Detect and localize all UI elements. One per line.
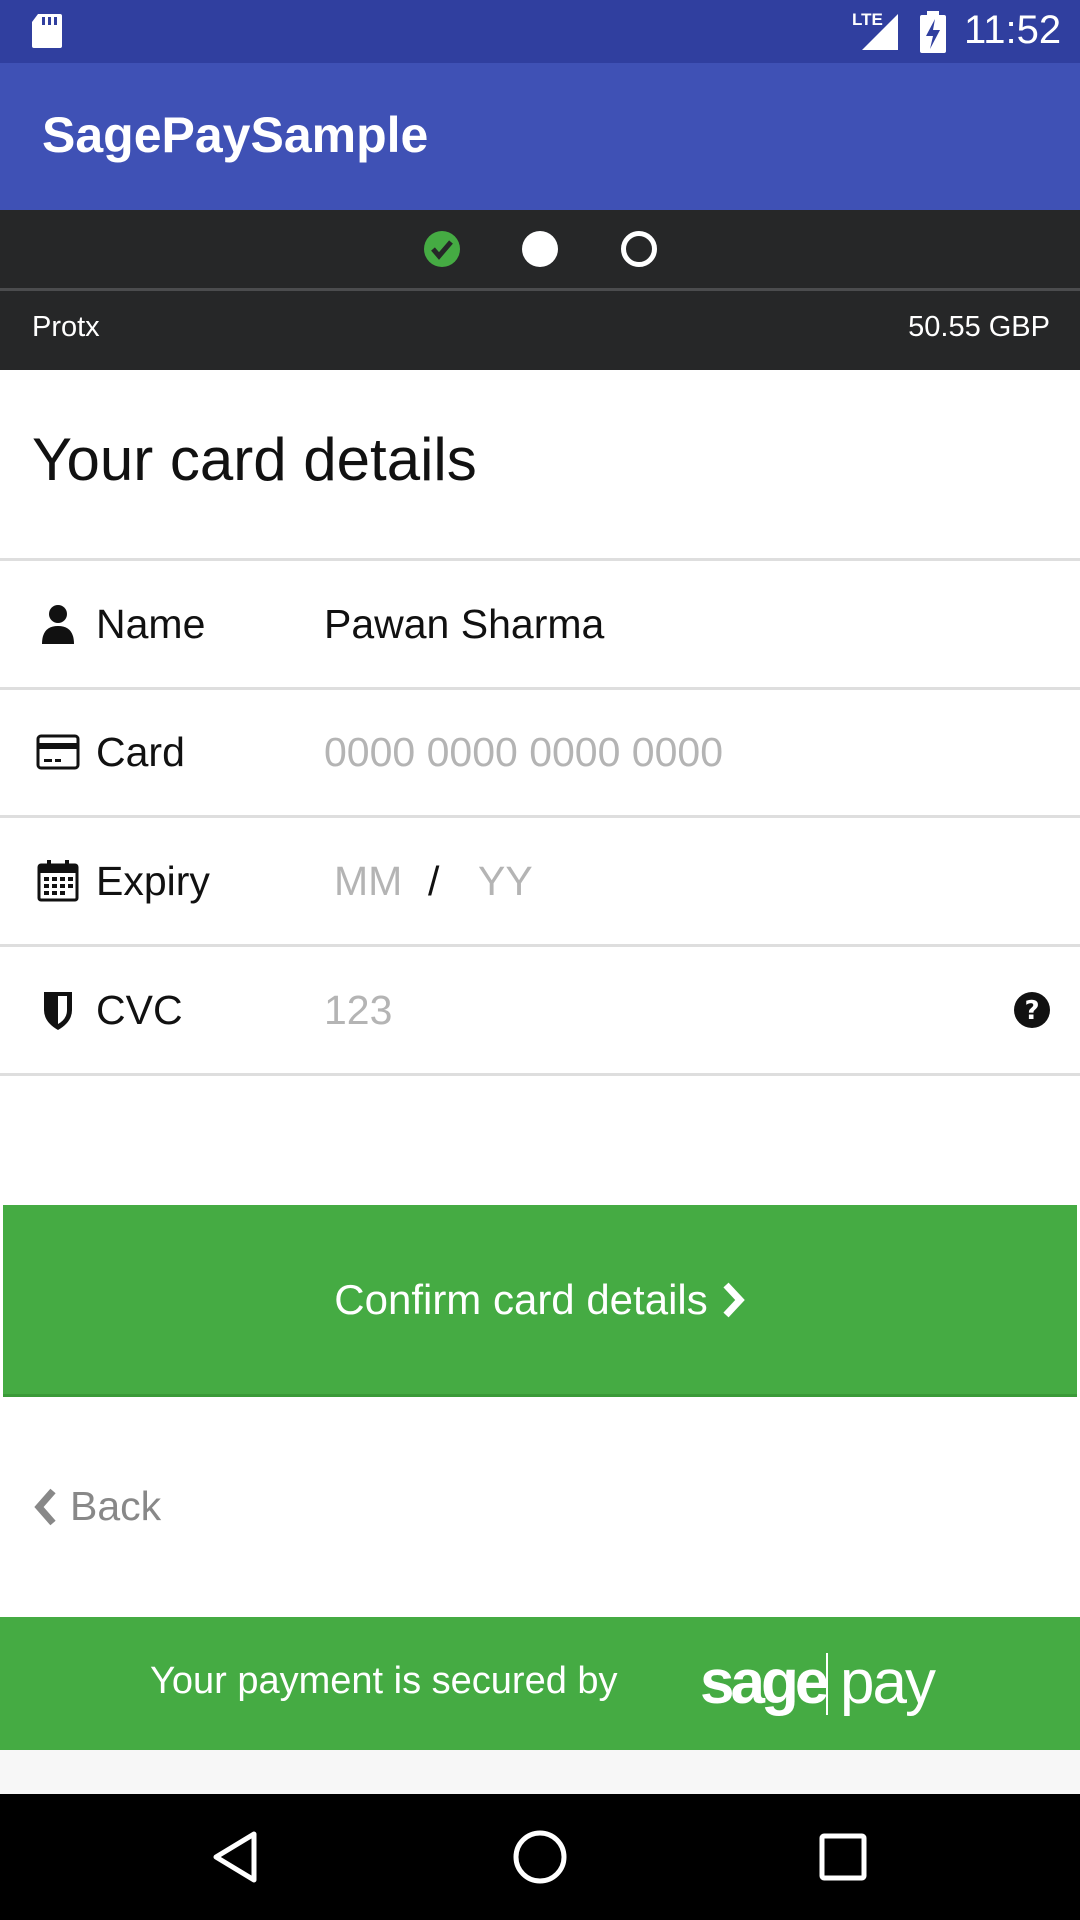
empty-circle-icon: [621, 231, 657, 267]
expiry-month-field[interactable]: MM: [334, 861, 402, 902]
chevron-left-icon: [34, 1488, 56, 1525]
logo-separator: [826, 1653, 828, 1715]
back-button[interactable]: Back: [32, 1483, 161, 1530]
divider: [0, 1073, 1080, 1076]
sagepay-logo-pay: pay: [840, 1648, 936, 1717]
name-field[interactable]: Pawan Sharma: [324, 604, 604, 645]
card-label: Card: [96, 729, 185, 775]
clock: 11:52: [964, 8, 1062, 52]
cvc-label: CVC: [96, 987, 183, 1033]
credit-card-icon: [36, 734, 80, 770]
step-indicator: [0, 210, 1080, 288]
calendar-icon: [37, 860, 79, 902]
recents-nav-icon[interactable]: [818, 1832, 868, 1882]
name-label: Name: [96, 601, 206, 647]
sagepay-logo-sage: sage: [700, 1648, 829, 1717]
app-title: SagePaySample: [42, 107, 429, 163]
payment-amount: 50.55 GBP: [908, 311, 1050, 343]
confirm-card-details-button[interactable]: Confirm card details: [3, 1205, 1077, 1397]
chevron-right-icon: [723, 1282, 745, 1317]
card-number-field[interactable]: 0000 0000 0000 0000: [324, 732, 723, 773]
expiry-year-field[interactable]: YY: [478, 861, 533, 902]
expiry-separator: /: [428, 858, 440, 904]
battery-charging-icon: [920, 11, 946, 53]
question-circle-icon[interactable]: ?: [1013, 991, 1051, 1029]
expiry-row[interactable]: Expiry MM / YY: [0, 818, 1080, 944]
back-nav-icon[interactable]: [210, 1830, 260, 1884]
secured-by-footer: Your payment is secured by sage pay: [0, 1617, 1080, 1750]
card-row[interactable]: Card 0000 0000 0000 0000: [0, 690, 1080, 815]
content-bottom-gap: [0, 1750, 1080, 1794]
check-circle-icon: [424, 231, 460, 267]
cvc-field[interactable]: 123: [324, 990, 392, 1031]
filled-circle-icon: [522, 231, 558, 267]
svg-text:?: ?: [1024, 996, 1039, 1026]
expiry-label: Expiry: [96, 858, 210, 904]
page-title: Your card details: [32, 426, 477, 493]
secured-text: Your payment is secured by: [150, 1660, 618, 1702]
signal-icon: [862, 14, 898, 50]
status-bar: LTE 11:52: [0, 0, 1080, 63]
person-icon: [42, 605, 74, 644]
back-label: Back: [70, 1483, 162, 1529]
merchant-bar: Protx 50.55 GBP: [0, 291, 1080, 370]
name-row[interactable]: Name Pawan Sharma: [0, 561, 1080, 687]
merchant-name: Protx: [32, 311, 100, 343]
home-nav-icon[interactable]: [512, 1829, 568, 1885]
navigation-bar: [0, 1794, 1080, 1920]
sd-card-icon: [32, 14, 62, 48]
shield-icon: [44, 992, 72, 1030]
cvc-row[interactable]: CVC 123 ?: [0, 947, 1080, 1073]
confirm-button-label: Confirm card details: [334, 1275, 708, 1323]
